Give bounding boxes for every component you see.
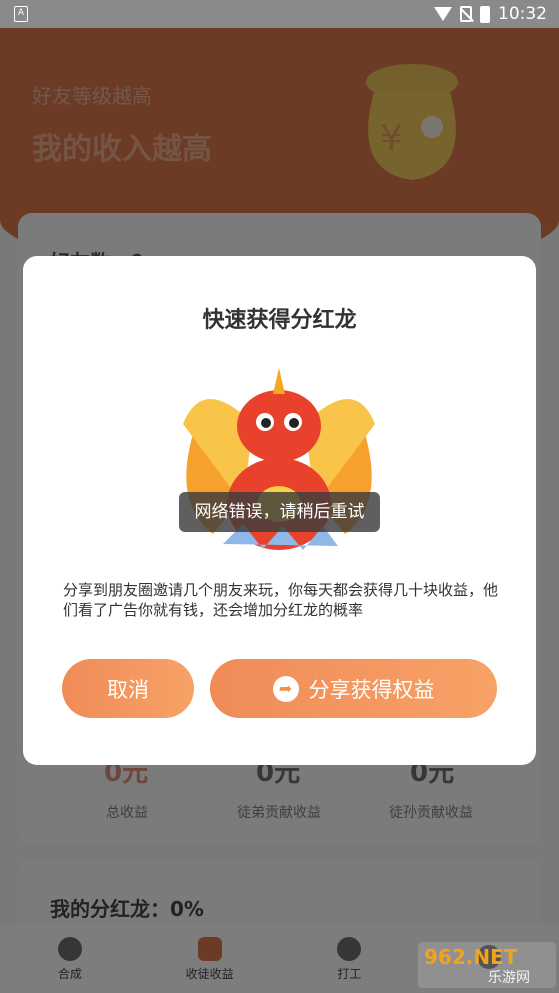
status-bar: A 10:32 bbox=[0, 0, 559, 28]
error-toast: 网络错误，请稍后重试 bbox=[179, 492, 380, 532]
cancel-button-label: 取消 bbox=[107, 677, 149, 702]
svg-text:962.NET: 962.NET bbox=[424, 945, 518, 969]
notification-icon: A bbox=[14, 6, 28, 22]
no-sim-icon bbox=[460, 6, 472, 22]
share-button[interactable]: ➦ 分享获得权益 bbox=[210, 659, 497, 718]
battery-icon bbox=[480, 5, 490, 23]
site-watermark-logo: 962.NET 乐游网 bbox=[418, 942, 556, 988]
cancel-button[interactable]: 取消 bbox=[62, 659, 194, 718]
share-dialog: 快速获得分红龙 网络错误，请稍后重试 分享到朋友圈邀请几个朋友来玩，你每天都会获… bbox=[23, 256, 536, 765]
dialog-description: 分享到朋友圈邀请几个朋友来玩，你每天都会获得几十块收益，他们看了广告你就有钱，还… bbox=[63, 581, 499, 619]
wifi-icon bbox=[434, 7, 452, 21]
share-button-label: 分享获得权益 bbox=[308, 677, 435, 702]
share-icon: ➦ bbox=[272, 675, 299, 702]
svg-text:乐游网: 乐游网 bbox=[488, 970, 530, 986]
dialog-title: 快速获得分红龙 bbox=[202, 308, 357, 333]
clock: 10:32 bbox=[498, 4, 547, 24]
